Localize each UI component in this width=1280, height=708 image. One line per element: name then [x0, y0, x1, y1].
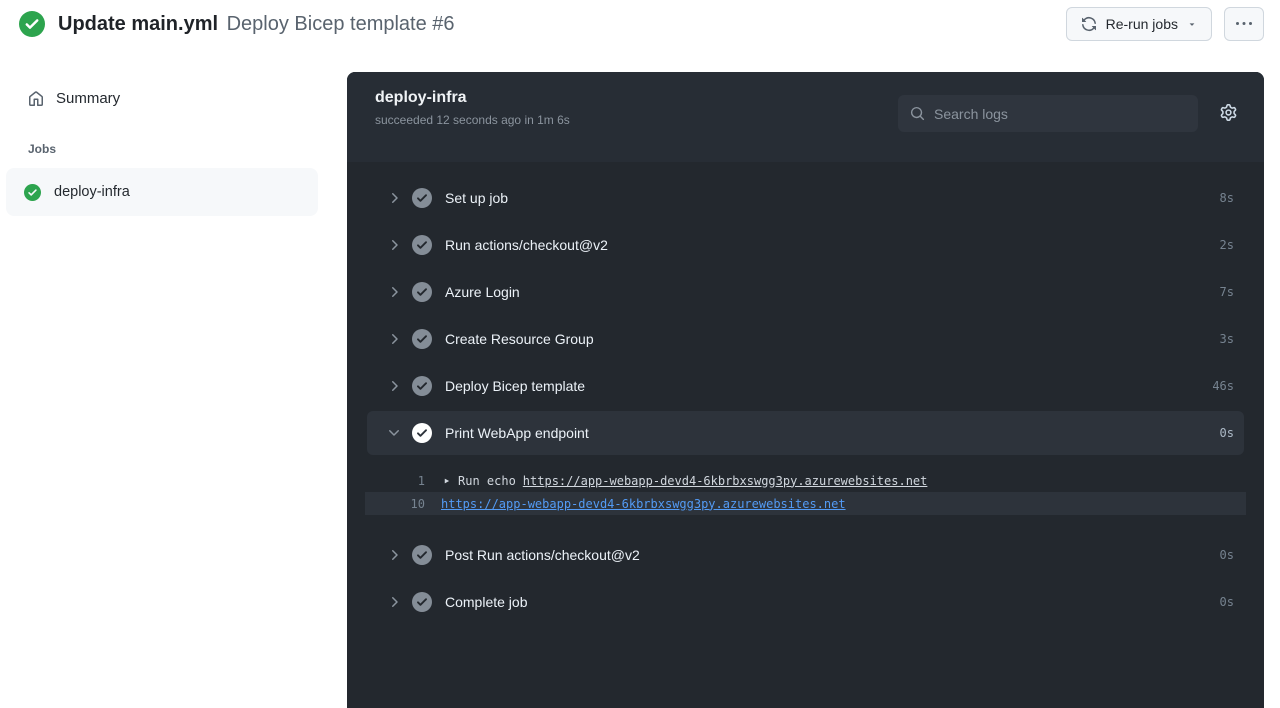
step-complete-job[interactable]: Complete job 0s — [347, 578, 1264, 625]
panel-header-actions — [898, 89, 1239, 132]
step-success-icon — [412, 235, 432, 255]
chevron-right-icon — [386, 331, 402, 347]
chevron-down-icon — [386, 425, 402, 441]
step-label: Post Run actions/checkout@v2 — [445, 546, 640, 563]
step-label: Complete job — [445, 593, 528, 610]
kebab-icon — [1236, 16, 1252, 32]
step-label: Run actions/checkout@v2 — [445, 236, 608, 253]
step-run-checkout[interactable]: Run actions/checkout@v2 2s — [347, 221, 1264, 268]
step-print-webapp-endpoint[interactable]: Print WebApp endpoint 0s — [367, 411, 1244, 455]
caret-down-icon — [1187, 16, 1197, 32]
steps-list: Set up job 8s Run actions/checkout@v2 2s… — [347, 162, 1264, 625]
log-line-number[interactable]: 10 — [365, 497, 425, 511]
log-url[interactable]: https://app-webapp-devd4-6kbrbxswgg3py.a… — [523, 474, 928, 488]
step-deploy-bicep-template[interactable]: Deploy Bicep template 46s — [347, 362, 1264, 409]
step-label: Create Resource Group — [445, 330, 594, 347]
home-icon — [28, 91, 44, 107]
run-header: Update main.yml Deploy Bicep template #6… — [0, 0, 1280, 46]
step-label: Print WebApp endpoint — [445, 425, 589, 441]
commit-title: Update main.yml — [58, 12, 219, 35]
step-duration: 2s — [1219, 237, 1234, 252]
job-panel-titles: deploy-infra succeeded 12 seconds ago in… — [375, 89, 570, 127]
job-status-line: succeeded 12 seconds ago in 1m 6s — [375, 113, 570, 127]
step-azure-login[interactable]: Azure Login 7s — [347, 268, 1264, 315]
workflow-run-name: Deploy Bicep template #6 — [226, 12, 455, 35]
step-success-icon — [412, 376, 432, 396]
step-post-run-checkout[interactable]: Post Run actions/checkout@v2 0s — [347, 531, 1264, 578]
expand-run-icon[interactable] — [441, 476, 451, 486]
chevron-right-icon — [386, 237, 402, 253]
step-log-output: 1 Run echo https://app-webapp-devd4-6kbr… — [347, 455, 1264, 531]
rerun-jobs-button[interactable]: Re-run jobs — [1065, 7, 1212, 41]
step-set-up-job[interactable]: Set up job 8s — [347, 174, 1264, 221]
header-actions: Re-run jobs — [1065, 7, 1264, 41]
page-title: Update main.yml Deploy Bicep template #6 — [58, 13, 455, 36]
log-line: 1 Run echo https://app-webapp-devd4-6kbr… — [347, 469, 1264, 492]
step-label: Set up job — [445, 189, 509, 206]
run-success-icon — [19, 11, 45, 37]
chevron-right-icon — [386, 378, 402, 394]
step-duration: 46s — [1212, 378, 1234, 393]
search-icon — [910, 106, 925, 121]
chevron-right-icon — [386, 547, 402, 563]
step-duration: 8s — [1219, 190, 1234, 205]
step-success-icon — [412, 188, 432, 208]
job-success-icon — [24, 184, 41, 201]
more-options-button[interactable] — [1224, 7, 1264, 41]
step-label: Deploy Bicep template — [445, 377, 586, 394]
step-duration: 0s — [1219, 547, 1234, 562]
step-duration: 0s — [1219, 426, 1234, 440]
step-create-resource-group[interactable]: Create Resource Group 3s — [347, 315, 1264, 362]
job-title: deploy-infra — [375, 89, 467, 106]
log-settings-button[interactable] — [1220, 104, 1237, 124]
step-duration: 7s — [1219, 284, 1234, 299]
rerun-jobs-label: Re-run jobs — [1105, 16, 1178, 32]
step-success-icon — [412, 329, 432, 349]
gear-icon — [1220, 104, 1237, 121]
content: Summary Jobs deploy-infra deploy-infra s… — [0, 72, 1280, 708]
jobs-heading: Jobs — [28, 142, 57, 156]
step-label: Azure Login — [445, 283, 520, 300]
step-success-icon — [412, 592, 432, 612]
job-name: deploy-infra — [54, 184, 130, 200]
chevron-right-icon — [386, 190, 402, 206]
log-line-highlighted: 10 https://app-webapp-devd4-6kbrbxswgg3p… — [365, 492, 1246, 515]
step-duration: 0s — [1219, 594, 1234, 609]
log-command: Run echo — [458, 473, 516, 488]
summary-label: Summary — [56, 90, 121, 107]
search-logs-input[interactable] — [934, 105, 1186, 122]
step-success-icon — [412, 545, 432, 565]
chevron-right-icon — [386, 284, 402, 300]
job-panel-header: deploy-infra succeeded 12 seconds ago in… — [347, 72, 1264, 162]
search-logs-box[interactable] — [898, 95, 1198, 132]
sidebar-item-job-deploy-infra[interactable]: deploy-infra — [6, 168, 318, 216]
sync-icon — [1081, 16, 1097, 32]
step-success-icon — [412, 423, 432, 443]
step-success-icon — [412, 282, 432, 302]
sidebar-item-summary[interactable]: Summary — [6, 85, 318, 112]
step-duration: 3s — [1219, 331, 1234, 346]
chevron-right-icon — [386, 594, 402, 610]
webapp-endpoint-link[interactable]: https://app-webapp-devd4-6kbrbxswgg3py.a… — [441, 497, 846, 511]
sidebar: Summary Jobs deploy-infra — [0, 72, 347, 216]
log-line-number[interactable]: 1 — [365, 474, 425, 488]
job-log-panel: deploy-infra succeeded 12 seconds ago in… — [347, 72, 1264, 708]
